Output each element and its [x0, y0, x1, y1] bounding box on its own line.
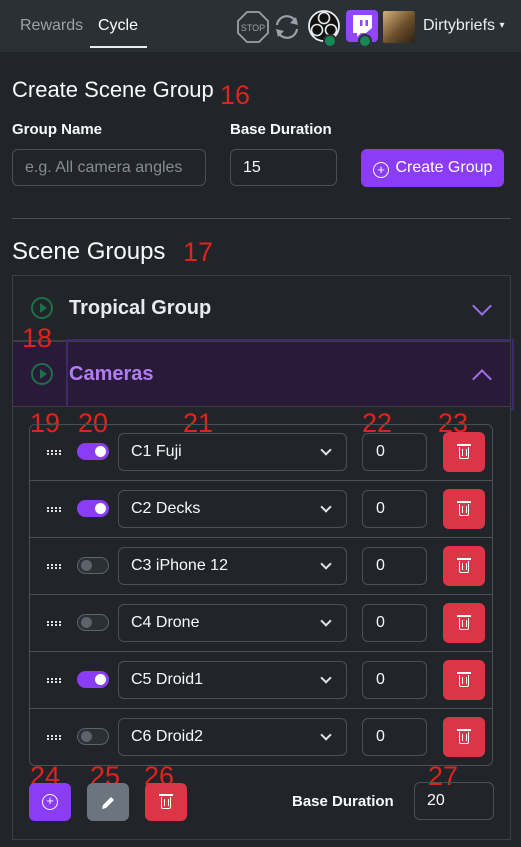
trash-icon: [457, 729, 471, 745]
group-base-duration-label: Base Duration: [292, 793, 394, 810]
base-duration-label: Base Duration: [230, 121, 332, 138]
scene-enabled-toggle[interactable]: [77, 500, 109, 517]
scene-row: C1 Fuji 0: [29, 424, 493, 481]
chevron-down-icon: [320, 672, 332, 684]
accordion-tropical-group[interactable]: Tropical Group: [12, 275, 511, 341]
scene-select[interactable]: C2 Decks: [118, 490, 347, 528]
create-scene-group-title: Create Scene Group: [12, 77, 214, 102]
toggle-knob: [95, 674, 106, 685]
create-group-button[interactable]: + Create Group: [361, 149, 504, 187]
scene-row: C3 iPhone 12 0: [29, 538, 493, 595]
scene-row: C6 Droid2 0: [29, 709, 493, 766]
scene-row: C4 Drone 0: [29, 595, 493, 652]
user-menu-dropdown[interactable]: Dirtybriefs ▾: [423, 17, 505, 35]
scene-duration-offset-input[interactable]: 0: [362, 547, 427, 585]
scene-duration-offset-input[interactable]: 0: [362, 718, 427, 756]
trash-icon: [457, 558, 471, 574]
drag-handle-icon[interactable]: [47, 621, 61, 626]
caret-down-icon: ▾: [499, 20, 505, 31]
twitch-status-dot: [358, 34, 372, 48]
accordion-focus-outline: [66, 339, 514, 410]
play-icon[interactable]: [31, 363, 53, 385]
stop-icon-label: STOP: [241, 23, 265, 33]
base-duration-input[interactable]: 15: [230, 149, 337, 186]
trash-icon: [457, 444, 471, 460]
scene-row: C2 Decks 0: [29, 481, 493, 538]
drag-handle-icon[interactable]: [47, 564, 61, 569]
annotation-number: 16: [220, 80, 251, 110]
delete-scene-button[interactable]: [443, 546, 485, 586]
scene-enabled-toggle[interactable]: [77, 671, 109, 688]
scene-duration-offset-input[interactable]: 0: [362, 661, 427, 699]
stop-icon[interactable]: STOP: [237, 11, 269, 43]
delete-scene-button[interactable]: [443, 489, 485, 529]
delete-scene-button[interactable]: [443, 660, 485, 700]
divider: [12, 218, 511, 219]
chevron-down-icon: [320, 501, 332, 513]
scene-name: C5 Droid1: [131, 671, 204, 688]
create-group-label: Create Group: [395, 159, 493, 176]
tab-cycle[interactable]: Cycle: [98, 17, 138, 35]
play-icon[interactable]: [31, 297, 53, 319]
scene-duration-offset-input[interactable]: 0: [362, 490, 427, 528]
plus-circle-icon: +: [42, 794, 58, 810]
drag-handle-icon[interactable]: [47, 678, 61, 683]
active-tab-indicator: [90, 46, 147, 48]
scene-enabled-toggle[interactable]: [77, 614, 109, 631]
pencil-icon: [102, 797, 114, 809]
edit-group-button[interactable]: [87, 783, 129, 821]
trash-icon: [159, 794, 173, 810]
drag-handle-icon[interactable]: [47, 507, 61, 512]
toggle-knob: [95, 503, 106, 514]
annotation-number: 18: [22, 323, 53, 353]
scene-enabled-toggle[interactable]: [77, 557, 109, 574]
chevron-down-icon: [320, 615, 332, 627]
chevron-down-icon: [320, 444, 332, 456]
group-name-label: Group Name: [12, 121, 103, 138]
scene-enabled-toggle[interactable]: [77, 728, 109, 745]
toggle-knob: [81, 731, 92, 742]
scene-name: C4 Drone: [131, 614, 200, 631]
avatar[interactable]: [383, 11, 415, 43]
toggle-knob: [81, 617, 92, 628]
scene-name: C3 iPhone 12: [131, 557, 228, 574]
user-name: Dirtybriefs: [423, 17, 496, 34]
toggle-knob: [95, 446, 106, 457]
delete-scene-button[interactable]: [443, 432, 485, 472]
annotation-number: 17: [183, 237, 214, 267]
trash-icon: [457, 672, 471, 688]
add-scene-button[interactable]: +: [29, 783, 71, 821]
group-name-input[interactable]: e.g. All camera angles: [12, 149, 206, 186]
toggle-knob: [81, 560, 92, 571]
scene-row: C5 Droid1 0: [29, 652, 493, 709]
group-base-duration-input[interactable]: 20: [414, 782, 494, 820]
scene-select[interactable]: C4 Drone: [118, 604, 347, 642]
chevron-down-icon: [320, 729, 332, 741]
delete-scene-button[interactable]: [443, 717, 485, 757]
scene-select[interactable]: C1 Fuji: [118, 433, 347, 471]
scene-select[interactable]: C5 Droid1: [118, 661, 347, 699]
drag-handle-icon[interactable]: [47, 735, 61, 740]
refresh-icon[interactable]: [272, 12, 302, 42]
scene-duration-offset-input[interactable]: 0: [362, 604, 427, 642]
chevron-down-icon: [472, 296, 492, 316]
scene-name: C1 Fuji: [131, 443, 182, 460]
group-title: Tropical Group: [69, 297, 212, 319]
chevron-down-icon: [320, 558, 332, 570]
delete-scene-button[interactable]: [443, 603, 485, 643]
delete-group-button[interactable]: [145, 783, 187, 821]
scene-enabled-toggle[interactable]: [77, 443, 109, 460]
trash-icon: [457, 501, 471, 517]
trash-icon: [457, 615, 471, 631]
obs-status-dot: [323, 34, 337, 48]
scene-name: C2 Decks: [131, 500, 201, 517]
scene-select[interactable]: C6 Droid2: [118, 718, 347, 756]
scene-select[interactable]: C3 iPhone 12: [118, 547, 347, 585]
plus-circle-icon: +: [373, 162, 389, 178]
scene-duration-offset-input[interactable]: 0: [362, 433, 427, 471]
drag-handle-icon[interactable]: [47, 450, 61, 455]
tab-rewards[interactable]: Rewards: [20, 17, 83, 35]
scene-groups-title: Scene Groups: [12, 238, 166, 265]
scene-name: C6 Droid2: [131, 728, 204, 745]
